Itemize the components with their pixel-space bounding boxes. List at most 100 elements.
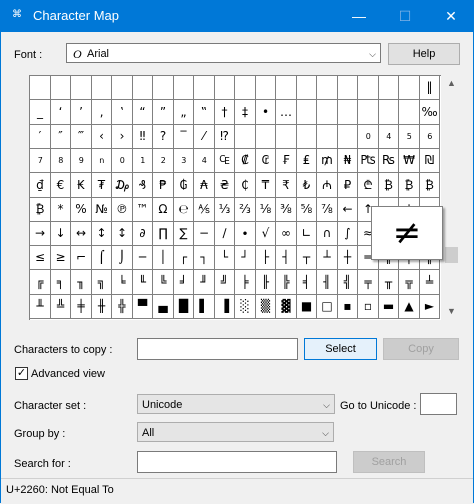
character-cell[interactable]: ╣ <box>338 270 358 295</box>
scroll-thumb[interactable] <box>445 247 458 263</box>
character-cell[interactable]: № <box>92 198 112 222</box>
character-cell[interactable]: ₼ <box>317 173 338 198</box>
character-cell[interactable]: ┘ <box>235 246 256 270</box>
character-cell[interactable]: 4 <box>194 149 215 173</box>
character-cell[interactable]: ⅓ <box>215 198 235 222</box>
character-cell[interactable]: ⌠ <box>92 246 112 270</box>
character-cell[interactable] <box>338 76 358 100</box>
character-cell[interactable]: ┤ <box>276 246 297 270</box>
character-cell[interactable]: ╝ <box>215 270 235 295</box>
character-cell[interactable]: ₯ <box>112 173 133 198</box>
character-cell[interactable]: ╢ <box>317 270 338 295</box>
character-cell[interactable]: └ <box>215 246 235 270</box>
character-cell[interactable]: ‛ <box>112 100 133 125</box>
character-cell[interactable]: ┴ <box>317 246 338 270</box>
help-button[interactable]: Help <box>388 43 460 65</box>
character-cell[interactable]: ⁉ <box>215 125 235 149</box>
character-cell[interactable]: ╞ <box>235 270 256 295</box>
character-cell[interactable]: ″ <box>51 125 71 149</box>
character-cell[interactable]: 9 <box>71 149 92 173</box>
character-cell[interactable]: ₿ <box>379 173 399 198</box>
character-cell[interactable]: ▬ <box>379 295 399 319</box>
character-cell[interactable]: n <box>92 149 112 173</box>
character-cell[interactable]: ╠ <box>276 270 297 295</box>
character-cell[interactable]: ▒ <box>256 295 276 319</box>
character-cell[interactable]: ▌ <box>194 295 215 319</box>
character-cell[interactable]: ₺ <box>297 173 317 198</box>
character-cell[interactable]: 2 <box>153 149 174 173</box>
select-button[interactable]: Select <box>304 338 377 360</box>
character-cell[interactable] <box>235 76 256 100</box>
go-to-unicode-input[interactable] <box>420 393 457 415</box>
character-cell[interactable] <box>153 76 174 100</box>
character-cell[interactable]: ⁄ <box>194 125 215 149</box>
character-cell[interactable]: % <box>71 198 92 222</box>
character-cell[interactable]: ⅍ <box>194 198 215 222</box>
character-cell[interactable]: ⅞ <box>317 198 338 222</box>
character-cell[interactable]: ╡ <box>297 270 317 295</box>
character-cell[interactable]: ▀ <box>133 295 153 319</box>
character-cell[interactable]: ₧ <box>358 149 379 173</box>
character-cell[interactable]: ╥ <box>379 270 399 295</box>
character-cell[interactable]: ■ <box>297 295 317 319</box>
character-cell[interactable]: ” <box>153 100 174 125</box>
character-cell[interactable]: ₴ <box>215 173 235 198</box>
character-cell[interactable] <box>358 76 379 100</box>
character-cell[interactable]: ∩ <box>317 222 338 246</box>
character-cell[interactable] <box>317 76 338 100</box>
character-cell[interactable]: ► <box>420 295 440 319</box>
character-cell[interactable]: ₱ <box>153 173 174 198</box>
character-cell[interactable]: 7 <box>30 149 51 173</box>
character-cell[interactable]: „ <box>174 100 194 125</box>
character-cell[interactable]: ┐ <box>194 246 215 270</box>
character-cell[interactable]: ‾ <box>174 125 194 149</box>
character-cell[interactable]: ₿ <box>420 173 440 198</box>
character-cell[interactable]: ╗ <box>92 270 112 295</box>
character-cell[interactable]: ‡ <box>235 100 256 125</box>
character-cell[interactable]: ₤ <box>297 149 317 173</box>
character-cell[interactable]: ℗ <box>112 198 133 222</box>
character-cell[interactable]: ╙ <box>133 270 153 295</box>
character-cell[interactable]: ╧ <box>420 270 440 295</box>
character-cell[interactable]: 1 <box>133 149 153 173</box>
character-cell[interactable]: ₡ <box>235 149 256 173</box>
character-cell[interactable]: ™ <box>133 198 153 222</box>
character-cell[interactable]: ₫ <box>30 173 51 198</box>
grid-scrollbar[interactable]: ▲ ▼ <box>443 75 460 320</box>
character-cell[interactable]: ‴ <box>71 125 92 149</box>
character-cell[interactable]: ┬ <box>297 246 317 270</box>
character-cell[interactable]: ‼ <box>133 125 153 149</box>
character-cell[interactable]: ▓ <box>276 295 297 319</box>
character-cell[interactable]: • <box>256 100 276 125</box>
character-cell[interactable]: ╦ <box>399 270 420 295</box>
character-cell[interactable]: ┌ <box>174 246 194 270</box>
character-cell[interactable]: ╚ <box>153 270 174 295</box>
character-cell[interactable]: “ <box>133 100 153 125</box>
character-cell[interactable]: ∞ <box>276 222 297 246</box>
character-cell[interactable] <box>215 76 235 100</box>
character-cell[interactable]: ↕ <box>92 222 112 246</box>
character-cell[interactable]: ╘ <box>112 270 133 295</box>
character-cell[interactable]: ∕ <box>215 222 235 246</box>
character-cell[interactable]: ⅜ <box>276 198 297 222</box>
character-cell[interactable]: ₰ <box>133 173 153 198</box>
character-cell[interactable]: ℮ <box>174 198 194 222</box>
character-cell[interactable]: ₥ <box>317 149 338 173</box>
character-cell[interactable]: ╕ <box>51 270 71 295</box>
copy-button[interactable]: Copy <box>383 338 459 360</box>
character-cell[interactable]: ╖ <box>71 270 92 295</box>
character-cell[interactable]: ├ <box>256 246 276 270</box>
font-dropdown[interactable]: O Arial ⌵ <box>66 43 381 63</box>
character-cell[interactable] <box>174 76 194 100</box>
maximize-button[interactable]: ☐ <box>382 0 428 32</box>
character-cell[interactable]: │ <box>153 246 174 270</box>
character-cell[interactable]: ₩ <box>399 149 420 173</box>
character-cell[interactable]: ↔ <box>71 222 92 246</box>
character-cell[interactable]: _ <box>30 100 51 125</box>
character-cell[interactable]: ₽ <box>338 173 358 198</box>
character-cell[interactable]: 3 <box>174 149 194 173</box>
character-cell[interactable] <box>297 125 317 149</box>
character-cell[interactable]: ╬ <box>112 295 133 319</box>
character-cell[interactable]: ₲ <box>174 173 194 198</box>
character-cell[interactable] <box>112 76 133 100</box>
